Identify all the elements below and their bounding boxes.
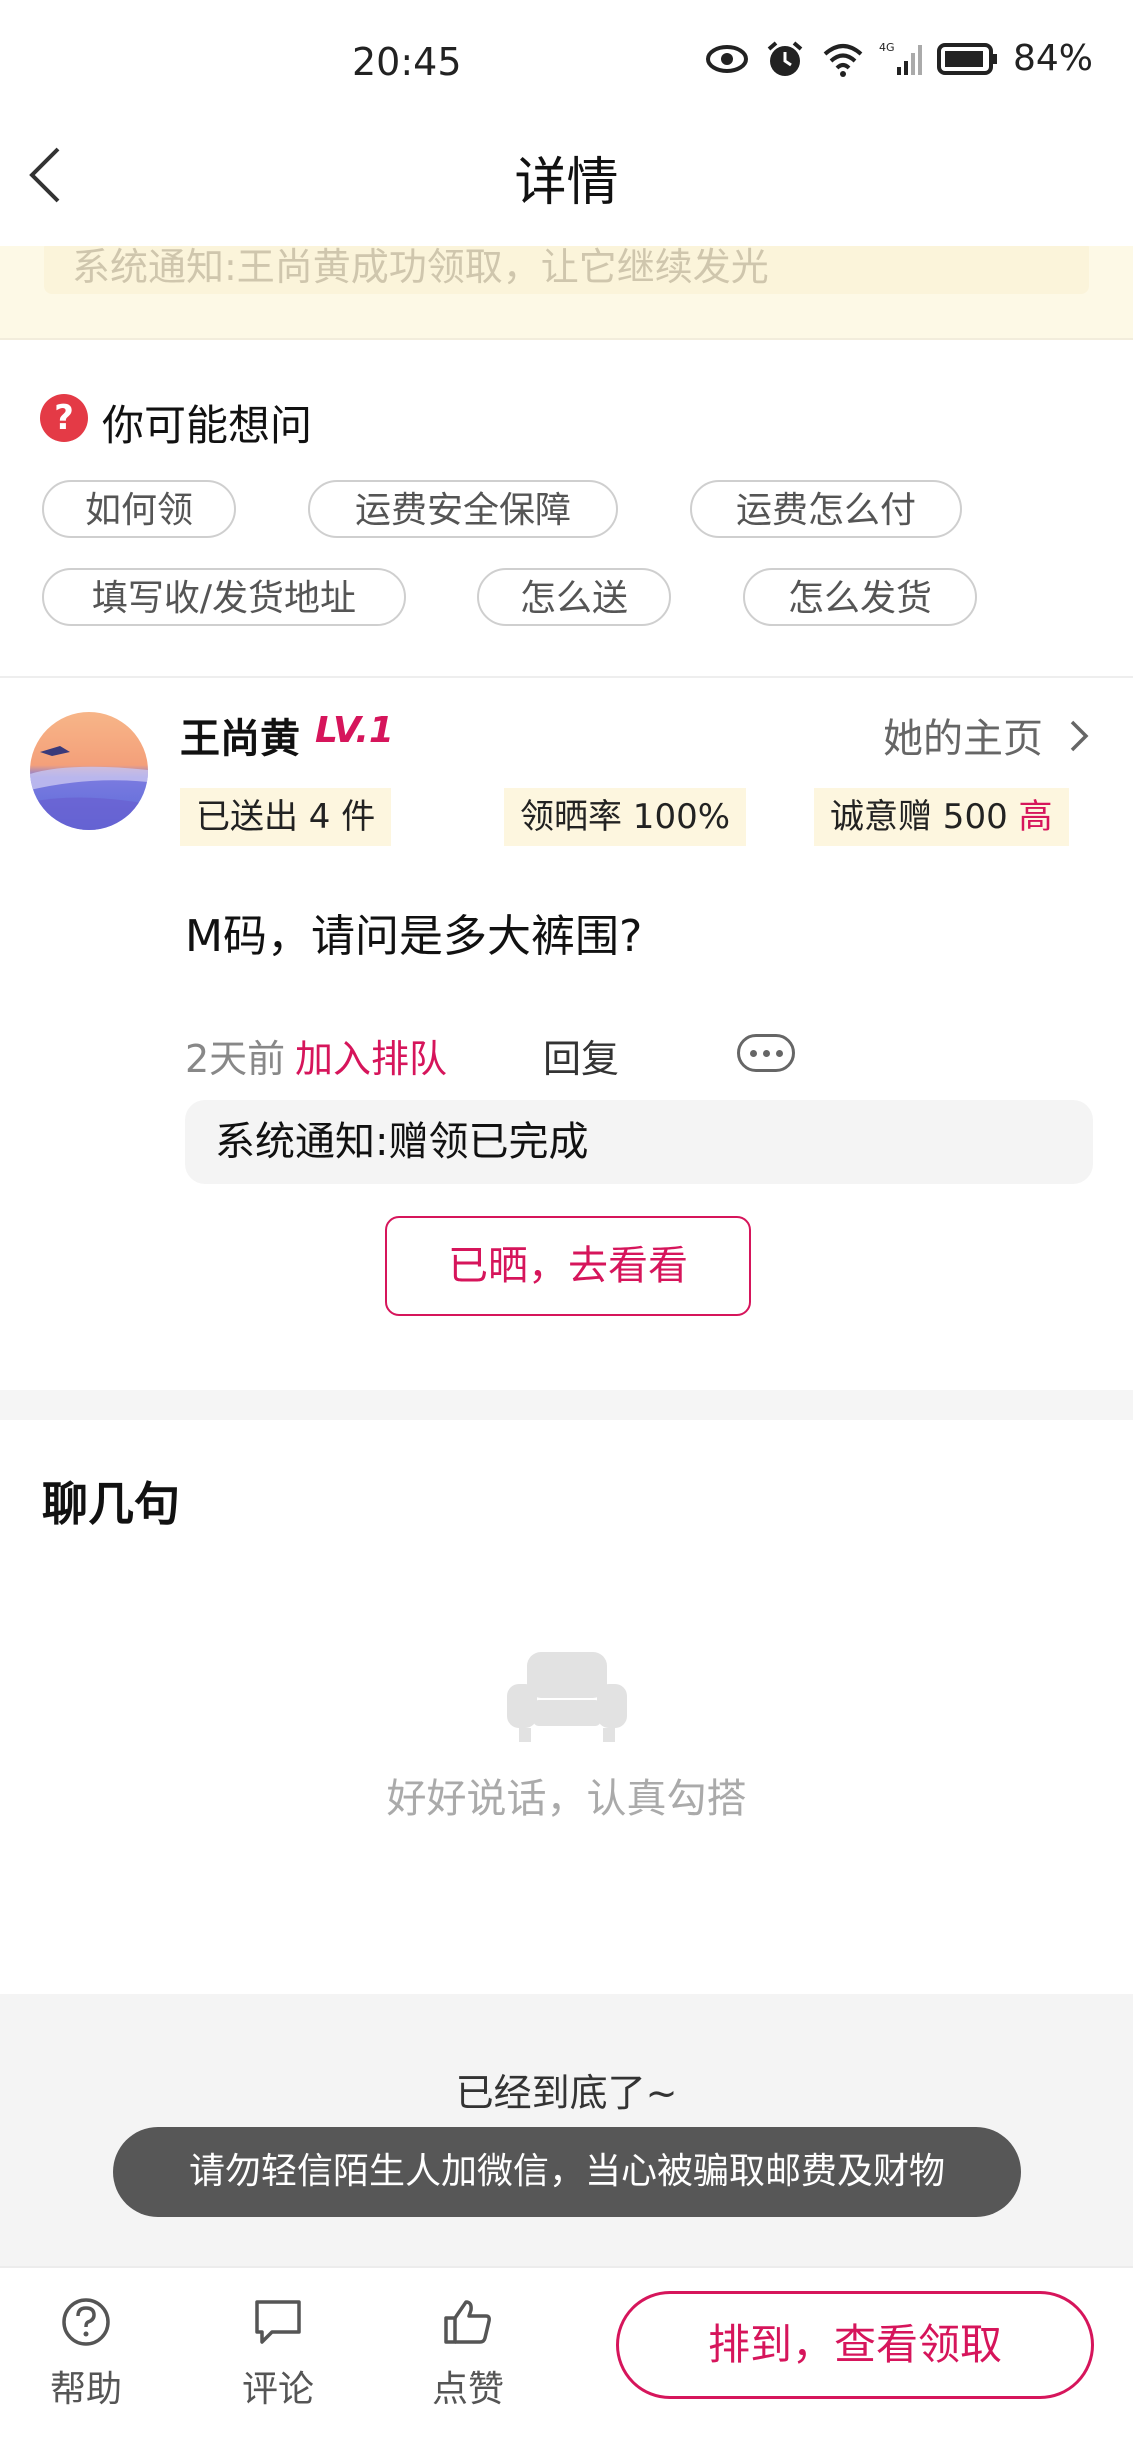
check-claim-button[interactable]: 排到，查看领取 bbox=[616, 2291, 1094, 2399]
view-show-button[interactable]: 已晒，去看看 bbox=[385, 1216, 751, 1316]
battery-level: 84% bbox=[1012, 38, 1093, 79]
faq-chip[interactable]: 怎么送 bbox=[477, 568, 671, 626]
chevron-right-icon[interactable] bbox=[1068, 718, 1090, 754]
help-icon bbox=[62, 2298, 110, 2346]
divider bbox=[0, 676, 1133, 678]
reply-link[interactable]: 回复 bbox=[543, 1028, 619, 1083]
page-title: 详情 bbox=[514, 153, 619, 213]
chat-empty-text: 好好说话，认真勾搭 bbox=[386, 1776, 747, 1822]
wifi-icon bbox=[823, 43, 863, 77]
faq-chip[interactable]: 怎么发货 bbox=[743, 568, 977, 626]
sincerity-level: 高 bbox=[1018, 797, 1053, 837]
comment-label: 评论 bbox=[241, 2369, 314, 2410]
comment-tab[interactable]: 评论 bbox=[218, 2296, 338, 2412]
end-of-list-text: 已经到底了~ bbox=[455, 2071, 678, 2115]
chat-title: 聊几句 bbox=[42, 1477, 180, 1531]
status-icons: 4G 84% bbox=[705, 38, 1093, 79]
help-tab[interactable]: 帮助 bbox=[26, 2296, 146, 2412]
like-label: 点赞 bbox=[431, 2369, 504, 2410]
show-rate-badge: 领晒率 100% bbox=[504, 788, 747, 846]
safety-toast: 请勿轻信陌生人加微信，当心被骗取邮费及财物 bbox=[113, 2127, 1021, 2217]
sofa-icon bbox=[507, 1652, 627, 1742]
status-time: 20:45 bbox=[352, 40, 462, 84]
faq-chip[interactable]: 运费怎么付 bbox=[690, 480, 962, 538]
eye-icon bbox=[705, 44, 748, 73]
join-queue-link[interactable]: 加入排队 bbox=[295, 1028, 447, 1083]
thumbs-up-icon bbox=[444, 2300, 491, 2344]
sent-count-badge: 已送出 4 件 bbox=[180, 788, 392, 846]
system-banner: 系统通知:王尚黄成功领取，让它继续发光 bbox=[0, 246, 1133, 340]
user-level: LV.1 bbox=[315, 710, 394, 751]
sincerity-badge: 诚意赠 500 高 bbox=[814, 788, 1069, 846]
post-question: M码，请问是多大裤围? bbox=[185, 911, 643, 962]
faq-chip[interactable]: 填写收/发货地址 bbox=[42, 568, 406, 626]
system-note: 系统通知:赠领已完成 bbox=[185, 1100, 1093, 1184]
section-separator bbox=[0, 1390, 1133, 1420]
homepage-link[interactable]: 她的主页 bbox=[883, 706, 1043, 764]
faq-chip[interactable]: 如何领 bbox=[42, 480, 236, 538]
faq-chip[interactable]: 运费安全保障 bbox=[308, 480, 618, 538]
sincerity-value: 诚意赠 500 bbox=[830, 797, 1008, 837]
more-icon[interactable] bbox=[737, 1034, 795, 1072]
avatar[interactable] bbox=[30, 712, 148, 830]
network-type: 4G bbox=[879, 41, 895, 54]
alarm-icon bbox=[767, 40, 803, 76]
post-time: 2天前 bbox=[185, 1037, 286, 1081]
help-label: 帮助 bbox=[49, 2369, 122, 2410]
like-tab[interactable]: 点赞 bbox=[408, 2296, 528, 2412]
user-name[interactable]: 王尚黄 bbox=[180, 706, 300, 764]
question-icon: ? bbox=[40, 394, 88, 442]
comment-icon bbox=[255, 2300, 301, 2344]
battery-icon bbox=[936, 42, 997, 75]
signal-icon: 4G bbox=[879, 41, 922, 75]
banner-text: 系统通知:王尚黄成功领取，让它继续发光 bbox=[44, 246, 1089, 294]
faq-title: 你可能想问 bbox=[102, 401, 313, 450]
